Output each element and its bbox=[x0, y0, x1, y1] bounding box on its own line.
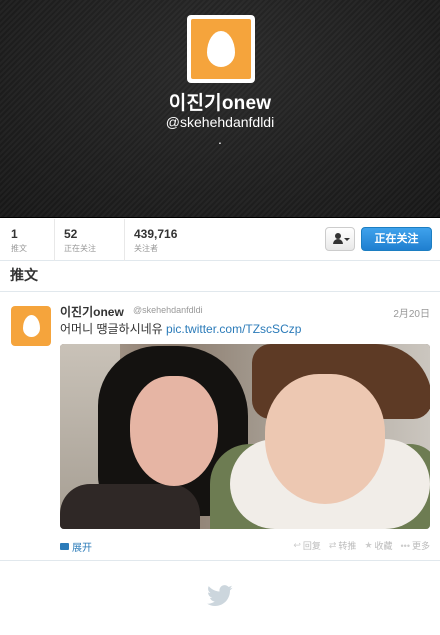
retweet-icon: ⇄ bbox=[328, 540, 337, 550]
tweet-author-name[interactable]: 이진기onew bbox=[60, 303, 124, 320]
tweet-actions: ↩ 回复 ⇄ 转推 ★ 收藏 ••• 更多 bbox=[293, 539, 430, 552]
star-icon: ★ bbox=[364, 540, 373, 550]
tweet-avatar[interactable] bbox=[11, 306, 51, 346]
stat-tweets-label: 推文 bbox=[11, 244, 27, 253]
stat-tweets[interactable]: 1 推文 bbox=[11, 227, 27, 255]
stat-tweets-count: 1 bbox=[11, 227, 18, 241]
more-button[interactable]: ••• 更多 bbox=[401, 539, 430, 552]
retweet-label: 转推 bbox=[338, 541, 357, 551]
stat-followers-count: 439,716 bbox=[134, 227, 178, 241]
tweet[interactable]: 이진기onew @skehehdanfdldi 2月20日 어머니 땡글하시네유… bbox=[0, 293, 440, 561]
reply-icon: ↩ bbox=[293, 540, 301, 550]
stat-following-count: 52 bbox=[64, 227, 78, 241]
profile-name: 이진기onew bbox=[168, 93, 272, 114]
stat-divider bbox=[124, 219, 125, 261]
profile-bio: . bbox=[218, 131, 222, 147]
tweet-body: 어머니 땡글하시네유 bbox=[60, 322, 163, 336]
user-actions-button[interactable] bbox=[325, 227, 355, 251]
favorite-label: 收藏 bbox=[374, 541, 393, 551]
twitter-bird-icon bbox=[207, 585, 233, 607]
egg-avatar-icon bbox=[191, 19, 251, 79]
expand-link[interactable]: 展开 bbox=[60, 539, 92, 554]
stat-following[interactable]: 52 正在关注 bbox=[64, 227, 96, 255]
profile-header: 이진기onew @skehehdanfdldi . bbox=[0, 0, 440, 218]
tweet-photo[interactable] bbox=[60, 344, 430, 529]
user-icon bbox=[333, 233, 350, 245]
more-icon: ••• bbox=[400, 540, 410, 551]
media-icon bbox=[60, 543, 69, 550]
expand-label: 展开 bbox=[72, 543, 92, 554]
reply-button[interactable]: ↩ 回复 bbox=[293, 539, 321, 552]
profile-avatar[interactable] bbox=[187, 15, 255, 83]
stat-followers[interactable]: 439,716 关注者 bbox=[134, 227, 177, 255]
tweet-text: 어머니 땡글하시네유 pic.twitter.com/TZscSCzp bbox=[60, 320, 301, 337]
stat-following-label: 正在关注 bbox=[64, 244, 96, 253]
tweets-heading: 推文 bbox=[0, 262, 440, 292]
egg-avatar-icon bbox=[22, 315, 40, 337]
profile-handle: @skehehdanfdldi bbox=[165, 114, 275, 130]
stat-divider bbox=[54, 219, 55, 261]
caret-down-icon bbox=[344, 238, 350, 241]
stat-followers-label: 关注者 bbox=[134, 244, 158, 253]
favorite-button[interactable]: ★ 收藏 bbox=[364, 539, 392, 552]
reply-label: 回复 bbox=[302, 541, 321, 551]
more-label: 更多 bbox=[411, 541, 430, 551]
tweet-author-handle[interactable]: @skehehdanfdldi bbox=[133, 305, 203, 315]
retweet-button[interactable]: ⇄ 转推 bbox=[329, 539, 357, 552]
tweet-timestamp[interactable]: 2月20日 bbox=[393, 305, 430, 320]
tweet-media-link[interactable]: pic.twitter.com/TZscSCzp bbox=[166, 322, 301, 336]
following-button[interactable]: 正在关注 bbox=[361, 227, 432, 251]
